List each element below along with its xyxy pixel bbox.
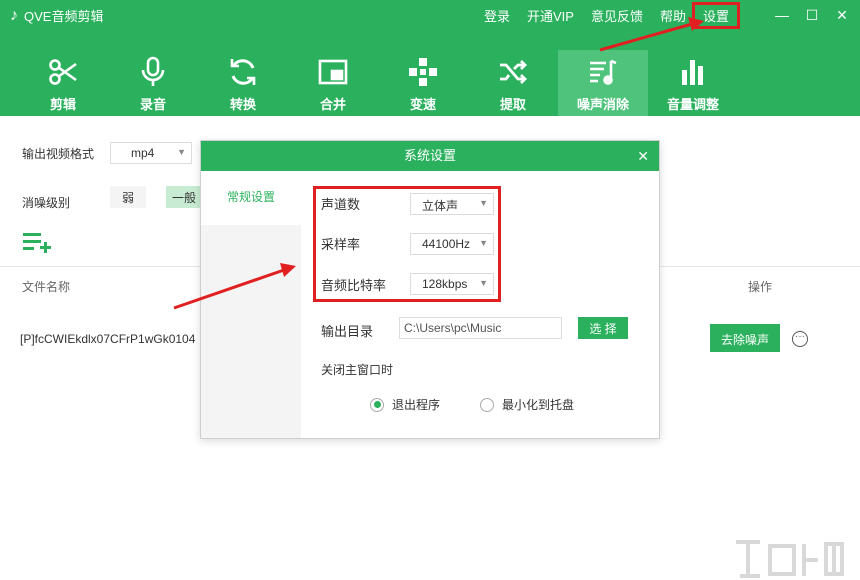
radio-tray-label: 最小化到托盘: [502, 398, 575, 412]
top-nav: 登录 开通VIP 意见反馈 帮助 设置 — ☐ ✕: [484, 0, 860, 30]
settings-link[interactable]: 设置: [691, 1, 740, 29]
file-name: [P]fcCWIEkdlx07CFrP1wGk0104: [20, 332, 196, 346]
add-list-icon[interactable]: [22, 232, 52, 254]
outdir-label: 输出目录: [321, 324, 374, 339]
tool-merge[interactable]: 合并: [288, 50, 378, 116]
tool-speed-label: 变速: [409, 97, 436, 112]
format-select[interactable]: mp4 ▼: [110, 142, 192, 164]
radio-checked-icon: [370, 397, 384, 412]
radio-unchecked-icon: [480, 397, 494, 412]
choose-dir-button[interactable]: 选 择: [578, 317, 628, 339]
dialog-title: 系统设置: [403, 148, 456, 163]
tool-record-label: 录音: [139, 97, 166, 112]
tool-extract-label: 提取: [499, 97, 526, 112]
tool-record[interactable]: 录音: [108, 50, 198, 116]
tool-volume-label: 音量调整: [666, 97, 719, 112]
merge-icon: [318, 59, 348, 85]
format-value: mp4: [131, 146, 155, 160]
app-title-text: QVE音频剪辑: [24, 9, 104, 24]
outdir-input[interactable]: C:\Users\pc\Music: [399, 317, 562, 339]
settings-dialog: 系统设置 ✕ 常规设置 声道数 立体声 ▼ 采样率 44100Hz ▼ 音频比特…: [200, 140, 660, 439]
tool-noise[interactable]: 噪声消除: [558, 50, 648, 116]
dialog-close-icon[interactable]: ✕: [637, 141, 649, 171]
tool-convert[interactable]: 转换: [198, 50, 288, 116]
level-weak-option[interactable]: 弱: [110, 186, 146, 208]
vip-link[interactable]: 开通VIP: [527, 6, 574, 25]
volume-bars-icon: [682, 60, 703, 85]
maximize-icon[interactable]: ☐: [800, 7, 824, 24]
watermark-logo: [736, 540, 844, 578]
dropdown-arrow-icon: ▼: [177, 147, 186, 157]
shuffle-icon: [500, 60, 527, 84]
microphone-icon: [141, 56, 165, 86]
tool-convert-label: 转换: [229, 97, 256, 112]
tool-speed[interactable]: 变速: [378, 50, 468, 116]
scissors-icon: [49, 59, 77, 85]
tool-extract[interactable]: 提取: [468, 50, 558, 116]
level-normal-option[interactable]: 一般: [166, 186, 202, 208]
close-icon[interactable]: ✕: [830, 7, 854, 24]
radio-exit[interactable]: 退出程序: [370, 396, 440, 413]
tool-volume[interactable]: 音量调整: [648, 50, 738, 116]
refresh-icon: [230, 59, 256, 85]
highlight-box: [313, 186, 501, 302]
app-title: ♪ QVE音频剪辑: [10, 6, 103, 25]
header-bar: ♪ QVE音频剪辑 登录 开通VIP 意见反馈 帮助 设置 — ☐ ✕ 剪辑 录…: [0, 0, 860, 116]
level-label: 消噪级别: [22, 196, 71, 210]
remove-noise-button[interactable]: 去除噪声: [710, 324, 780, 352]
tool-cut[interactable]: 剪辑: [18, 50, 108, 116]
help-link[interactable]: 帮助: [660, 6, 686, 25]
noise-icon: [590, 59, 617, 85]
dialog-sidebar: 常规设置: [201, 171, 301, 438]
col-filename-header: 文件名称: [22, 280, 71, 294]
minimize-icon[interactable]: —: [770, 7, 794, 23]
tool-merge-label: 合并: [319, 97, 346, 112]
feedback-link[interactable]: 意见反馈: [591, 6, 643, 25]
login-link[interactable]: 登录: [484, 6, 510, 25]
tool-noise-label: 噪声消除: [576, 97, 629, 112]
more-options-icon[interactable]: ···: [792, 331, 808, 347]
dialog-title-bar: 系统设置 ✕: [201, 141, 659, 171]
music-note-icon: ♪: [10, 6, 18, 24]
tool-cut-label: 剪辑: [49, 97, 76, 112]
tool-bar: 剪辑 录音 转换 合并 变速 提取 噪声消除 音量调整: [18, 50, 738, 116]
format-label: 输出视频格式: [22, 147, 95, 161]
col-action-header: 操作: [748, 280, 773, 294]
radio-exit-label: 退出程序: [392, 398, 441, 412]
app-window: ♪ QVE音频剪辑 登录 开通VIP 意见反馈 帮助 设置 — ☐ ✕ 剪辑 录…: [0, 0, 860, 580]
speed-icon: [409, 58, 437, 86]
close-behavior-label: 关闭主窗口时: [321, 363, 394, 377]
radio-tray[interactable]: 最小化到托盘: [480, 396, 574, 413]
tab-general-settings[interactable]: 常规设置: [201, 171, 301, 225]
